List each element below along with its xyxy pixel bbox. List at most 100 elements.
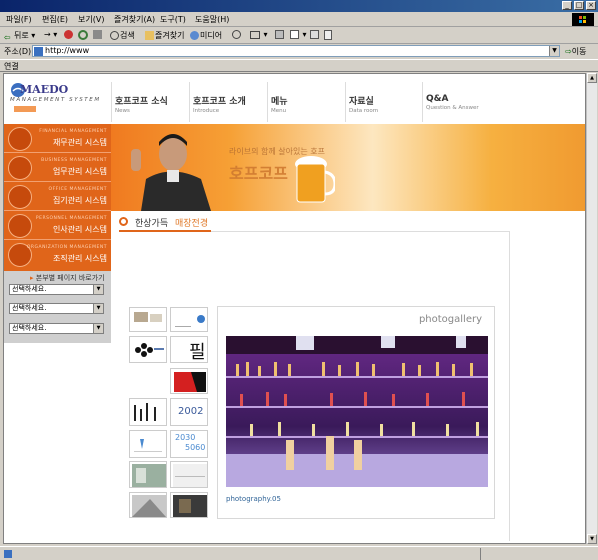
nav-separator bbox=[189, 82, 190, 122]
gallery-thumbnail[interactable]: 2030 5060 bbox=[170, 430, 208, 458]
menu-favorites[interactable]: 즐겨찾기(A) bbox=[114, 14, 155, 25]
mail-button[interactable]: ▾ bbox=[250, 30, 268, 39]
maximize-button[interactable]: □ bbox=[574, 1, 584, 10]
business-icon bbox=[8, 156, 32, 180]
menu-view[interactable]: 보기(V) bbox=[78, 14, 104, 25]
links-label[interactable]: 연결 bbox=[4, 61, 19, 72]
side-menu-label: 인사관리 시스템 bbox=[52, 225, 107, 234]
gallery-main-photo[interactable] bbox=[226, 336, 488, 487]
gallery-thumbnail[interactable] bbox=[129, 430, 167, 458]
branch-select-1[interactable]: 선택하세요. ▼ bbox=[9, 284, 104, 295]
address-dropdown-icon[interactable]: ▼ bbox=[549, 46, 559, 56]
gallery-thumbnail[interactable]: 2002 bbox=[170, 398, 208, 426]
gallery-thumbnail[interactable] bbox=[129, 461, 167, 488]
nav-separator bbox=[345, 82, 346, 122]
nav-separator bbox=[422, 82, 423, 122]
back-arrow-icon: ⇦ bbox=[4, 33, 11, 42]
nav-item-menu[interactable]: 메뉴 Menu bbox=[271, 94, 288, 114]
print-button[interactable] bbox=[275, 30, 285, 39]
side-menu-financial[interactable]: FINANCIAL MANAGEMENT 재무관리 시스템 bbox=[4, 124, 111, 153]
links-bar: 연결 bbox=[0, 59, 598, 72]
section-title-sub: 매장전경 bbox=[175, 219, 209, 229]
nav-title: 메뉴 bbox=[271, 97, 288, 107]
nav-item-dataroom[interactable]: 자료실 Data room bbox=[349, 94, 378, 114]
gallery-thumbnail[interactable]: 필 bbox=[170, 336, 208, 363]
branch-select-2[interactable]: 선택하세요. ▼ bbox=[9, 303, 104, 314]
address-input[interactable]: http://www ▼ bbox=[32, 45, 560, 57]
go-label: 이동 bbox=[571, 47, 587, 56]
side-menu-personnel[interactable]: PERSONNEL MANAGEMENT 인사관리 시스템 bbox=[4, 211, 111, 240]
go-button[interactable]: ⇨이동 bbox=[565, 46, 586, 57]
nav-title: Q&A bbox=[426, 94, 449, 104]
side-menu-organization[interactable]: ORGANIZATION MANAGEMENT 조직관리 시스템 bbox=[4, 240, 111, 271]
branch-select-3[interactable]: 선택하세요. ▼ bbox=[9, 323, 104, 334]
messenger-button[interactable] bbox=[324, 30, 333, 40]
back-label: 뒤로 bbox=[14, 31, 29, 40]
svg-text:필: 필 bbox=[189, 342, 206, 363]
refresh-button[interactable] bbox=[78, 30, 89, 40]
refresh-icon bbox=[78, 30, 88, 40]
edit-button[interactable]: ▾ bbox=[290, 30, 307, 39]
gallery-thumbnail[interactable] bbox=[170, 461, 208, 488]
section-bullet-icon bbox=[119, 217, 128, 226]
select-value: 선택하세요. bbox=[12, 304, 47, 312]
address-bar: 주소(D) http://www ▼ ⇨이동 bbox=[0, 44, 598, 59]
side-menu-business[interactable]: BUSINESS MANAGEMENT 업무관리 시스템 bbox=[4, 153, 111, 182]
address-value: http://www bbox=[45, 46, 90, 55]
gallery-thumbnail[interactable] bbox=[170, 307, 208, 332]
main-banner: 라이브의 함께 살아있는 호프 호프코프 bbox=[111, 124, 585, 211]
site-logo[interactable]: MAEDO MANAGEMENT SYSTEM bbox=[10, 80, 110, 118]
media-icon bbox=[190, 31, 199, 40]
nav-item-news[interactable]: 호프코프 소식 News bbox=[115, 94, 168, 114]
minimize-button[interactable]: _ bbox=[562, 1, 572, 10]
discuss-icon bbox=[310, 30, 319, 39]
discuss-button[interactable] bbox=[310, 30, 320, 39]
photo-caption: photography.05 bbox=[226, 495, 281, 503]
gallery-thumbnail[interactable] bbox=[170, 368, 208, 394]
mail-icon bbox=[250, 31, 260, 39]
side-menu-label: 집기관리 시스템 bbox=[52, 196, 107, 205]
scroll-up-icon[interactable]: ▲ bbox=[587, 73, 597, 83]
history-button[interactable] bbox=[232, 30, 242, 39]
logo-text: MAEDO bbox=[20, 83, 69, 96]
search-button[interactable]: 검색 bbox=[110, 30, 135, 41]
side-menu-label: 조직관리 시스템 bbox=[52, 254, 107, 263]
menu-tools[interactable]: 도구(T) bbox=[160, 14, 186, 25]
scroll-down-icon[interactable]: ▼ bbox=[587, 534, 597, 544]
forward-button[interactable]: → ▾ bbox=[44, 30, 57, 39]
section-divider bbox=[211, 231, 509, 232]
nav-item-qa[interactable]: Q&A Question & Answer bbox=[426, 94, 479, 111]
close-button[interactable]: × bbox=[586, 1, 596, 10]
home-button[interactable] bbox=[93, 30, 103, 39]
side-menu-office[interactable]: OFFICE MANAGEMENT 집기관리 시스템 bbox=[4, 182, 111, 211]
gallery-thumbnail[interactable] bbox=[129, 307, 167, 332]
menu-file[interactable]: 파일(F) bbox=[6, 14, 32, 25]
menu-edit[interactable]: 편집(E) bbox=[42, 14, 68, 25]
gallery-thumbnail[interactable] bbox=[129, 336, 167, 363]
stop-icon bbox=[64, 30, 73, 39]
select-arrow-icon: ▼ bbox=[93, 304, 103, 313]
thumb-text: 2002 bbox=[178, 406, 204, 417]
gallery-thumbnail[interactable] bbox=[170, 492, 208, 518]
side-menu: FINANCIAL MANAGEMENT 재무관리 시스템 BUSINESS M… bbox=[4, 124, 111, 271]
menu-help[interactable]: 도움말(H) bbox=[195, 14, 229, 25]
media-label: 미디어 bbox=[200, 31, 223, 40]
media-button[interactable]: 미디어 bbox=[190, 30, 222, 41]
select-arrow-icon: ▼ bbox=[93, 324, 103, 333]
vertical-scrollbar[interactable]: ▲ ▼ bbox=[586, 73, 597, 544]
gallery-thumbnail[interactable] bbox=[129, 492, 167, 518]
stop-button[interactable] bbox=[64, 30, 74, 39]
gallery-thumbnail[interactable] bbox=[129, 398, 167, 426]
search-label: 검색 bbox=[120, 31, 135, 40]
nav-subtitle: Introduce bbox=[193, 108, 220, 114]
side-menu-eng: BUSINESS MANAGEMENT bbox=[41, 158, 107, 163]
favorites-button[interactable]: 즐겨찾기 bbox=[145, 30, 184, 41]
personnel-icon bbox=[8, 214, 32, 238]
back-button[interactable]: ⇦ 뒤로 ▾ bbox=[4, 30, 35, 42]
photo-gallery-panel: photogallery photography.05 bbox=[217, 306, 495, 519]
gallery-title: photogallery bbox=[418, 314, 482, 325]
side-menu-label: 업무관리 시스템 bbox=[52, 167, 107, 176]
window-title-bar: _ □ × bbox=[0, 0, 598, 12]
nav-item-introduce[interactable]: 호프코프 소개 Introduce bbox=[193, 94, 246, 114]
nav-separator bbox=[111, 82, 112, 122]
